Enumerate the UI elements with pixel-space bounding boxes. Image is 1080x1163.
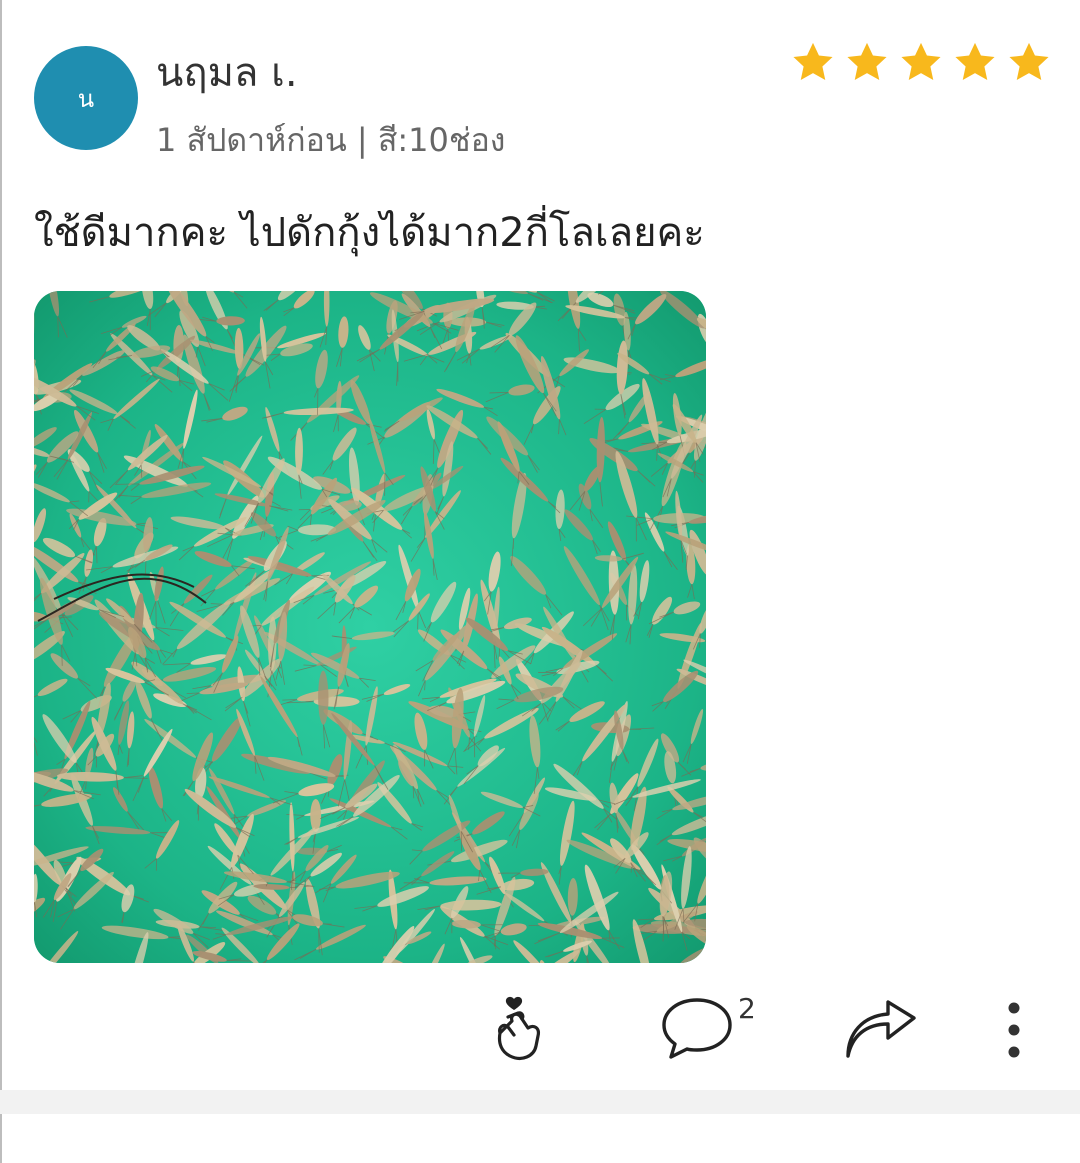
star-icon bbox=[955, 42, 995, 81]
avatar-letter: น bbox=[77, 84, 95, 113]
star-icon bbox=[793, 42, 833, 81]
comment-count: 2 bbox=[738, 992, 756, 1025]
comment-button[interactable]: 2 bbox=[660, 992, 756, 1062]
star-icon bbox=[901, 42, 941, 81]
avatar[interactable]: น bbox=[34, 46, 138, 150]
finger-heart-icon bbox=[497, 996, 540, 1060]
review-meta: 1 สัปดาห์ก่อน | สี:10ช่อง bbox=[156, 121, 506, 159]
shrimp-photo bbox=[34, 291, 706, 963]
share-arrow-icon bbox=[846, 1000, 916, 1058]
more-vertical-icon bbox=[1008, 1002, 1020, 1058]
comment-bubble-icon bbox=[662, 998, 732, 1059]
reviewer-name: นฤมล เ. bbox=[156, 50, 298, 96]
section-divider bbox=[0, 1090, 1080, 1114]
star-icon bbox=[1009, 42, 1049, 81]
more-options-button[interactable] bbox=[1000, 998, 1028, 1062]
left-border bbox=[0, 0, 2, 1163]
review-photo[interactable] bbox=[34, 291, 706, 963]
rating-stars bbox=[790, 40, 1052, 86]
share-button[interactable] bbox=[842, 1000, 920, 1062]
review-text: ใช้ดีมากคะ ไปดักกุ้งได้มาก2กี่โลเลยคะ bbox=[34, 210, 705, 256]
review-actions: 2 bbox=[0, 990, 1080, 1070]
star-icon bbox=[847, 42, 887, 81]
like-button[interactable] bbox=[492, 993, 550, 1065]
